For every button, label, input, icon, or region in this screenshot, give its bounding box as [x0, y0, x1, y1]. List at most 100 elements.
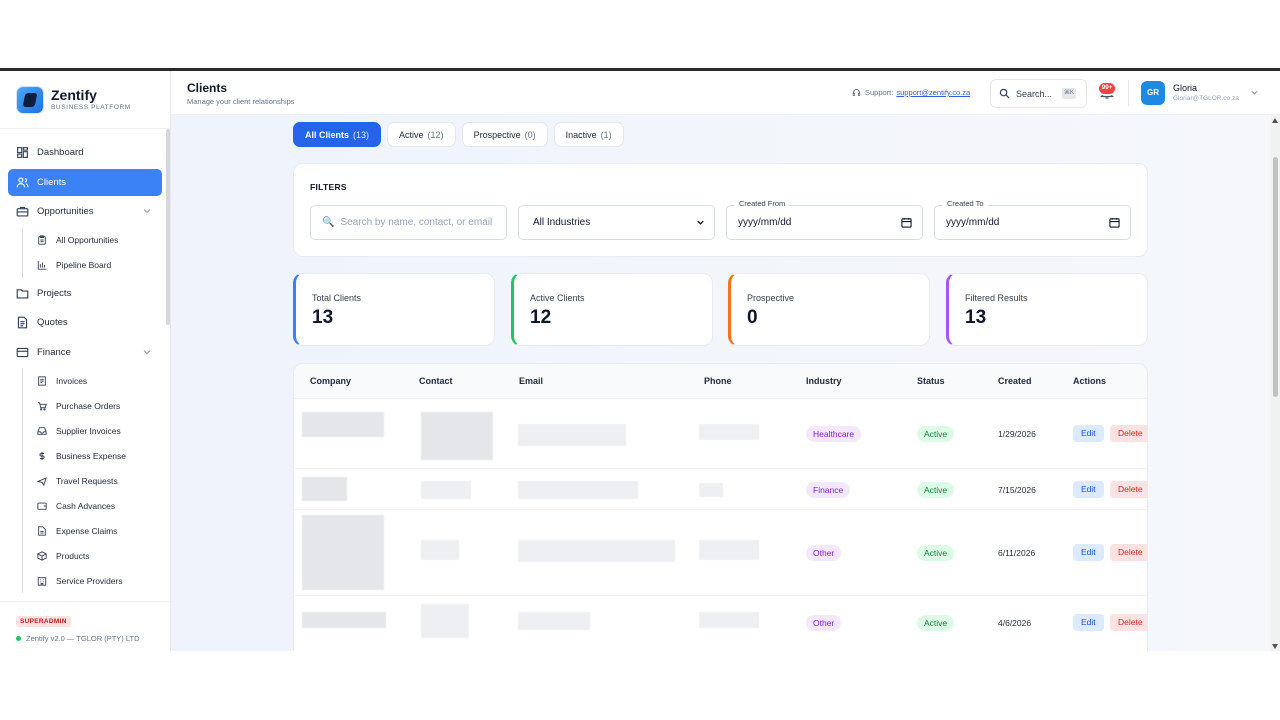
- status-dot-icon: [16, 636, 21, 641]
- industry-badge: Finance: [806, 482, 851, 498]
- scrollbar-thumb[interactable]: [1273, 157, 1278, 397]
- client-search-input[interactable]: 🔍 Search by name, contact, or email: [310, 205, 507, 240]
- support-email-link[interactable]: support@zentify.co.za: [896, 88, 970, 97]
- calendar-icon[interactable]: [1109, 217, 1120, 228]
- tab-label: Prospective: [473, 129, 521, 140]
- clipboard-icon: [38, 235, 46, 245]
- tab-count: (1): [600, 129, 612, 140]
- column-header-created[interactable]: Created: [998, 376, 1032, 386]
- column-header-company[interactable]: Company: [310, 376, 351, 386]
- sidebar-item-projects[interactable]: Projects: [8, 280, 162, 307]
- page-subtitle: Manage your client relationships: [187, 97, 295, 106]
- headset-icon: [852, 89, 861, 96]
- sidebar-item-label: Cash Advances: [56, 500, 116, 511]
- sidebar-item-service-providers[interactable]: Service Providers: [37, 568, 162, 593]
- sidebar-item-all-opportunities[interactable]: All Opportunities: [37, 228, 162, 253]
- sidebar-item-label: Business Expense: [56, 450, 126, 461]
- redacted-contact: [421, 481, 471, 499]
- sidebar-item-business-expense[interactable]: Business Expense: [37, 443, 162, 468]
- status-badge: Active: [917, 482, 955, 498]
- edit-button[interactable]: Edit: [1073, 614, 1104, 631]
- main-scrollbar[interactable]: [1271, 115, 1280, 651]
- tab-all-clients[interactable]: All Clients (13): [293, 122, 382, 147]
- version-info: Zentify v2.0 — TGLOR (PTY) LTD: [16, 634, 154, 643]
- created-to-label: Created To: [943, 199, 988, 208]
- redacted-email: [518, 612, 590, 630]
- sidebar-item-travel-requests[interactable]: Travel Requests: [37, 468, 162, 493]
- column-header-email[interactable]: Email: [519, 376, 543, 386]
- sidebar-scrollbar[interactable]: [166, 129, 170, 325]
- column-header-status[interactable]: Status: [917, 376, 945, 386]
- table-row[interactable]: Healthcare Active 1/29/2026 Edit Delete: [294, 399, 1147, 469]
- stat-label: Filtered Results: [965, 293, 1028, 303]
- chevron-down-icon[interactable]: [142, 347, 152, 357]
- user-name[interactable]: Gloria: [1173, 83, 1197, 93]
- edit-button[interactable]: Edit: [1073, 481, 1104, 498]
- chevron-down-icon[interactable]: [142, 206, 152, 216]
- user-email: Gloriar@TGLOR.co.za: [1173, 95, 1239, 102]
- table-header: Company Contact Email Phone Industry Sta…: [294, 364, 1147, 399]
- chevron-down-icon: [697, 220, 704, 225]
- edit-button[interactable]: Edit: [1073, 425, 1104, 442]
- table-row[interactable]: Other Active 4/6/2026 Edit Delete: [294, 596, 1147, 651]
- redacted-email: [518, 540, 675, 562]
- search-placeholder: Search by name, contact, or email: [340, 217, 493, 228]
- support-info: Support: support@zentify.co.za: [852, 88, 970, 97]
- tab-prospective[interactable]: Prospective (0): [461, 122, 548, 147]
- redacted-contact: [421, 540, 459, 560]
- top-header: Clients Manage your client relationships…: [171, 71, 1280, 115]
- search-icon: 🔍: [322, 217, 335, 228]
- sidebar-item-opportunities[interactable]: Opportunities: [8, 198, 162, 225]
- created-to-date-input[interactable]: Created To yyyy/mm/dd: [934, 199, 1131, 240]
- sidebar-item-products[interactable]: Products: [37, 543, 162, 568]
- delete-button[interactable]: Delete: [1110, 614, 1147, 631]
- delete-button[interactable]: Delete: [1110, 425, 1147, 442]
- delete-button[interactable]: Delete: [1110, 481, 1147, 498]
- sidebar-item-finance[interactable]: Finance: [8, 339, 162, 366]
- created-date: 4/6/2026: [998, 618, 1032, 628]
- created-from-date-input[interactable]: Created From yyyy/mm/dd: [726, 199, 923, 240]
- sidebar: Zentify BUSINESS PLATFORM Dashboard Clie…: [0, 71, 171, 651]
- tab-inactive[interactable]: Inactive (1): [553, 122, 624, 147]
- table-row[interactable]: Finance Active 7/15/2026 Edit Delete: [294, 469, 1147, 510]
- avatar[interactable]: GR: [1141, 81, 1165, 105]
- sidebar-item-label: Expense Claims: [56, 525, 118, 536]
- clients-table: Company Contact Email Phone Industry Sta…: [293, 363, 1148, 651]
- client-status-tabs: All Clients (13) Active (12) Prospective (0…: [293, 122, 624, 147]
- scroll-down-arrow-icon[interactable]: [1272, 644, 1278, 649]
- scroll-up-arrow-icon[interactable]: [1272, 118, 1278, 123]
- industry-select[interactable]: All Industries: [518, 205, 715, 240]
- sidebar-item-expense-claims[interactable]: Expense Claims: [37, 518, 162, 543]
- chevron-down-icon[interactable]: [1250, 88, 1259, 97]
- sidebar-item-supplier-invoices[interactable]: Supplier Invoices: [37, 418, 162, 443]
- tab-active[interactable]: Active (12): [387, 122, 456, 147]
- building-icon: [37, 576, 47, 586]
- sidebar-item-cash-advances[interactable]: Cash Advances: [37, 493, 162, 518]
- sidebar-item-clients[interactable]: Clients: [8, 168, 162, 196]
- brand-tagline: BUSINESS PLATFORM: [51, 103, 131, 111]
- tab-count: (12): [427, 129, 444, 140]
- sidebar-footer: SUPERADMIN Zentify v2.0 — TGLOR (PTY) LT…: [0, 601, 170, 651]
- folder-icon: [16, 288, 29, 299]
- sidebar-item-label: Products: [56, 550, 90, 561]
- created-from-label: Created From: [735, 199, 790, 208]
- sidebar-item-pipeline-board[interactable]: Pipeline Board: [37, 253, 162, 278]
- sidebar-item-label: Quotes: [37, 317, 68, 328]
- column-header-industry[interactable]: Industry: [806, 376, 842, 386]
- column-header-contact[interactable]: Contact: [419, 376, 453, 386]
- redacted-company: [302, 515, 384, 590]
- sidebar-item-quotes[interactable]: Quotes: [8, 309, 162, 336]
- sidebar-nav: Dashboard Clients Opportunities All Oppo…: [0, 129, 170, 593]
- delete-button[interactable]: Delete: [1110, 544, 1147, 561]
- sidebar-item-dashboard[interactable]: Dashboard: [8, 139, 162, 166]
- edit-button[interactable]: Edit: [1073, 544, 1104, 561]
- brand[interactable]: Zentify BUSINESS PLATFORM: [0, 71, 170, 129]
- calendar-icon[interactable]: [901, 217, 912, 228]
- redacted-company: [302, 412, 384, 437]
- sidebar-item-invoices[interactable]: Invoices: [37, 368, 162, 393]
- global-search-button[interactable]: Search... ⌘K: [990, 79, 1087, 108]
- column-header-phone[interactable]: Phone: [704, 376, 732, 386]
- table-row[interactable]: Other Active 6/11/2026 Edit Delete: [294, 510, 1147, 596]
- redacted-phone: [699, 483, 723, 497]
- sidebar-item-purchase-orders[interactable]: Purchase Orders: [37, 393, 162, 418]
